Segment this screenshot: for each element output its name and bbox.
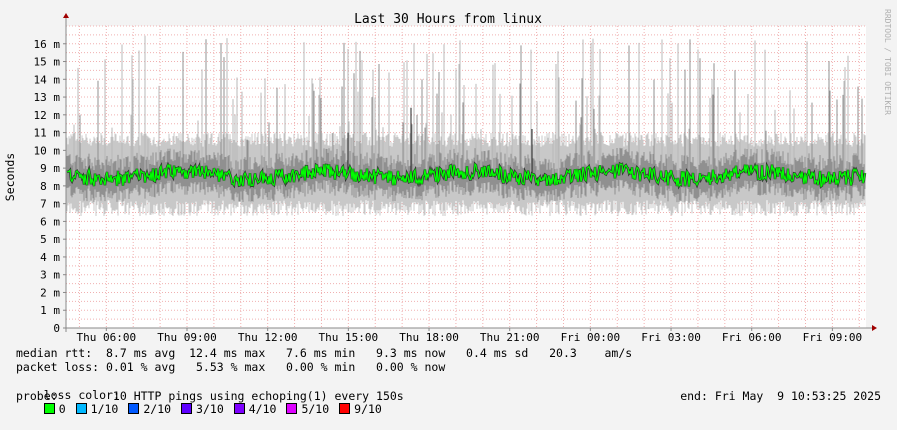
x-tick-label: Thu 12:00	[238, 331, 298, 344]
y-tick-label: 10 m	[34, 144, 61, 157]
y-tick-label: 5 m	[40, 233, 60, 246]
x-axis-arrow	[872, 325, 877, 331]
x-tick-label: Fri 09:00	[803, 331, 863, 344]
y-tick-label: 8 m	[40, 180, 60, 193]
smokeping-graph: 0 1 m 2 m 3 m 4 m 5 m 6 m 7 m 8 m 9 m 10 m 11 m 12 m…	[0, 0, 897, 416]
loss-color-label-text: 3/10	[196, 402, 224, 416]
y-tick-label: 3 m	[40, 269, 60, 282]
x-tick-label: Thu 06:00	[77, 331, 137, 344]
legend-median-rtt: median rtt: 8.7 ms avg 12.4 ms max 7.6 m…	[16, 346, 633, 360]
loss-color-swatch	[233, 403, 245, 414]
x-tick-label: Thu 15:00	[319, 331, 379, 344]
y-tick-label: 4 m	[40, 251, 60, 264]
x-tick-label: Thu 09:00	[157, 331, 217, 344]
y-tick-label: 11 m	[34, 127, 61, 140]
y-tick-labels: 0 1 m 2 m 3 m 4 m 5 m 6 m 7 m 8 m 9 m 10 m 11 m 12 m…	[34, 38, 66, 335]
loss-color-label-text: 9/10	[354, 402, 382, 416]
loss-color-item: 5/10	[286, 402, 329, 416]
loss-color-item: 1/10	[75, 402, 119, 416]
loss-color-item: 3/10	[181, 402, 224, 416]
loss-color-label-text: 5/10	[301, 402, 330, 416]
x-tick-label: Fri 00:00	[561, 331, 621, 344]
legend-end-time: end: Fri May 9 10:53:25 2025	[680, 389, 881, 403]
loss-color-swatch	[286, 403, 298, 414]
loss-color-swatch	[75, 403, 87, 414]
loss-color-swatch	[339, 403, 351, 414]
x-tick-label: Thu 18:00	[399, 331, 459, 344]
loss-color-label-text: 0	[58, 402, 66, 416]
y-tick-label: 14 m	[34, 73, 61, 86]
y-tick-label: 7 m	[40, 198, 60, 211]
y-tick-label: 1 m	[40, 304, 60, 317]
watermark: RRDTOOL / TOBI OETIKER	[883, 9, 892, 115]
y-tick-label: 9 m	[40, 162, 60, 175]
loss-color-item: 9/10	[339, 402, 382, 416]
loss-color-swatch	[128, 403, 140, 414]
loss-color-label-text: 1/10	[90, 402, 119, 416]
loss-color-label-text: 2/10	[143, 402, 172, 416]
loss-color-swatch	[43, 403, 55, 414]
x-tick-label: Fri 03:00	[641, 331, 701, 344]
loss-color-swatches: 0 1/10 2/10 3/10 4/10 5/10 9/10	[43, 402, 392, 416]
x-tick-label: Thu 21:00	[480, 331, 540, 344]
y-axis-arrow	[63, 13, 69, 18]
y-tick-label: 12 m	[34, 109, 61, 122]
legend-packet-loss: packet loss: 0.01 % avg 5.53 % max 0.00 …	[16, 360, 446, 374]
loss-color-item: 0	[43, 402, 66, 416]
y-tick-label: 15 m	[34, 56, 61, 69]
loss-color-label-text: 4/10	[248, 402, 277, 416]
y-tick-label: 6 m	[40, 215, 60, 228]
loss-color-item: 4/10	[233, 402, 277, 416]
y-tick-label: 13 m	[34, 91, 61, 104]
rtt-chart: 0 1 m 2 m 3 m 4 m 5 m 6 m 7 m 8 m 9 m 10 m 11 m 12 m…	[3, 9, 892, 344]
y-tick-label: 2 m	[40, 286, 60, 299]
loss-color-swatch	[181, 403, 193, 414]
loss-color-item: 2/10	[128, 402, 171, 416]
y-axis-label: Seconds	[3, 153, 17, 201]
y-tick-label: 16 m	[34, 38, 61, 51]
legend-probe: probe: 10 HTTP pings using echoping(1) e…	[16, 389, 404, 403]
x-tick-label: Fri 06:00	[722, 331, 782, 344]
x-tick-labels: Thu 06:00 Thu 09:00 Thu 12:00 Thu 15:00 Thu …	[77, 328, 863, 344]
y-tick-label: 0	[53, 322, 60, 335]
chart-title: Last 30 Hours from linux	[354, 12, 542, 27]
